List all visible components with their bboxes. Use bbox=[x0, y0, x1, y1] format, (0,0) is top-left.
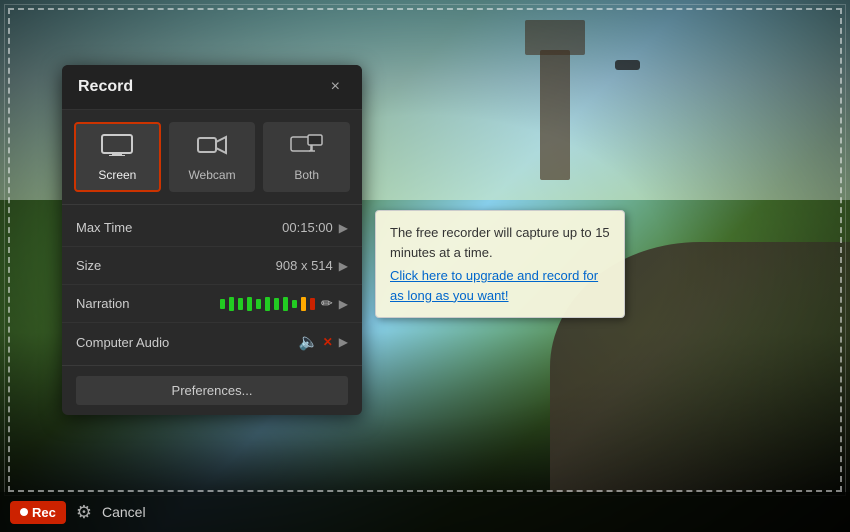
close-button[interactable]: × bbox=[325, 77, 346, 97]
meter-bar-2 bbox=[229, 297, 234, 311]
max-time-label: Max Time bbox=[76, 220, 282, 235]
meter-bar-3 bbox=[238, 298, 243, 310]
narration-label: Narration bbox=[76, 296, 220, 311]
size-label: Size bbox=[76, 258, 276, 273]
narration-meter bbox=[220, 297, 315, 311]
mode-webcam-label: Webcam bbox=[188, 168, 235, 182]
rec-button[interactable]: Rec bbox=[10, 501, 66, 524]
gear-button[interactable]: ⚙ bbox=[74, 500, 94, 525]
narration-row: Narration ✏ ▶ bbox=[62, 285, 362, 323]
meter-bar-6 bbox=[265, 297, 270, 311]
rec-dot bbox=[20, 508, 28, 516]
settings-section: Max Time 00:15:00 ▶ Size 908 x 514 ▶ Nar… bbox=[62, 205, 362, 366]
webcam-icon bbox=[197, 134, 227, 162]
mute-x-icon: ✕ bbox=[323, 335, 333, 349]
mode-screen-button[interactable]: Screen bbox=[74, 122, 161, 192]
meter-bar-5 bbox=[256, 299, 261, 309]
panel-title: Record bbox=[78, 78, 133, 96]
computer-audio-row: Computer Audio 🔈 ✕ ▶ bbox=[62, 323, 362, 361]
meter-bar-7 bbox=[274, 298, 279, 310]
size-row: Size 908 x 514 ▶ bbox=[62, 247, 362, 285]
both-icon bbox=[290, 134, 324, 162]
max-time-row: Max Time 00:15:00 ▶ bbox=[62, 209, 362, 247]
meter-bar-8 bbox=[283, 297, 288, 311]
audio-muted: 🔈 ✕ bbox=[299, 332, 333, 352]
max-time-arrow[interactable]: ▶ bbox=[339, 221, 348, 235]
mode-webcam-button[interactable]: Webcam bbox=[169, 122, 256, 192]
tooltip-box: The free recorder will capture up to 15 … bbox=[375, 210, 625, 318]
preferences-button[interactable]: Preferences... bbox=[76, 376, 348, 405]
narration-arrow[interactable]: ▶ bbox=[339, 297, 348, 311]
bottom-bar: Rec ⚙ Cancel bbox=[0, 492, 850, 532]
audio-arrow[interactable]: ▶ bbox=[339, 335, 348, 349]
size-arrow[interactable]: ▶ bbox=[339, 259, 348, 273]
meter-bar-11 bbox=[310, 298, 315, 310]
max-time-value: 00:15:00 bbox=[282, 220, 333, 235]
tooltip-link[interactable]: Click here to upgrade and record for as … bbox=[390, 266, 610, 305]
computer-audio-label: Computer Audio bbox=[76, 335, 299, 350]
mode-section: Screen Webcam Both bbox=[62, 110, 362, 205]
meter-bar-4 bbox=[247, 297, 252, 311]
mode-both-label: Both bbox=[294, 168, 319, 182]
mode-screen-label: Screen bbox=[98, 168, 136, 182]
mode-both-button[interactable]: Both bbox=[263, 122, 350, 192]
tooltip-text: The free recorder will capture up to 15 … bbox=[390, 225, 610, 260]
screen-icon bbox=[101, 134, 133, 162]
size-value: 908 x 514 bbox=[276, 258, 333, 273]
cancel-button[interactable]: Cancel bbox=[102, 504, 146, 520]
meter-bar-1 bbox=[220, 299, 225, 309]
meter-bar-9 bbox=[292, 300, 297, 308]
preferences-section: Preferences... bbox=[62, 366, 362, 415]
record-panel: Record × Screen Webcam bbox=[62, 65, 362, 415]
meter-bar-10 bbox=[301, 297, 306, 311]
speaker-icon: 🔈 bbox=[299, 332, 319, 352]
panel-header: Record × bbox=[62, 65, 362, 110]
mic-icon[interactable]: ✏ bbox=[321, 295, 333, 312]
rec-label: Rec bbox=[32, 505, 56, 520]
